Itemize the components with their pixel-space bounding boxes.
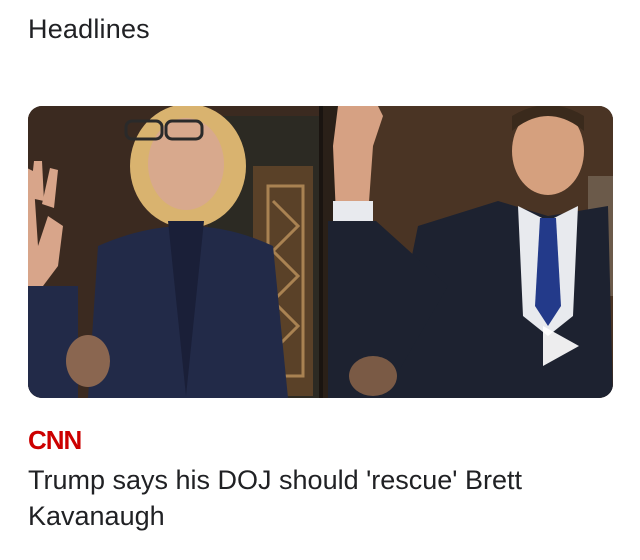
svg-text:CNN: CNN [28, 426, 82, 454]
source-logo: CNN [28, 426, 83, 454]
headline-card[interactable]: CNN Trump says his DOJ should 'rescue' B… [0, 0, 640, 560]
play-icon[interactable] [541, 324, 581, 368]
thumbnail-image [28, 106, 613, 398]
video-thumbnail[interactable] [28, 106, 613, 398]
article-headline[interactable]: Trump says his DOJ should 'rescue' Brett… [28, 462, 618, 534]
